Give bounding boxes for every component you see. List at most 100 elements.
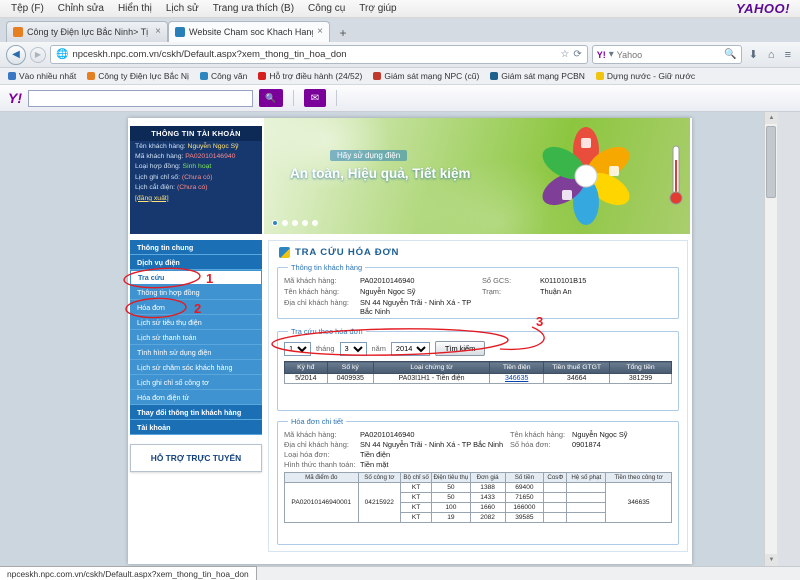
menu-bookmarks[interactable]: Trang ưa thích (B) <box>206 1 301 16</box>
sidebar-item-hoa-don[interactable]: Hóa đơn <box>130 300 262 315</box>
sidebar-item-dich-vu-dien[interactable]: Dịch vụ điện <box>130 255 262 270</box>
sidebar-item-lich-ghi-chi-so[interactable]: Lịch ghi chỉ số công tơ <box>130 375 262 390</box>
sidebar-item-thong-tin-hop-dong[interactable]: Thông tin hợp đồng <box>130 285 262 300</box>
account-reading-value: (Chưa có) <box>182 174 213 181</box>
bookmark-giamsat-pcbn[interactable]: Giám sát mạng PCBN <box>490 71 585 81</box>
scroll-down-icon[interactable]: ▼ <box>765 554 778 566</box>
tab-bar: Công ty Điện lực Bắc Ninh> Tị × Website … <box>0 18 800 42</box>
carousel-dot[interactable] <box>312 220 318 226</box>
menu-help[interactable]: Trợ giúp <box>352 1 403 16</box>
sidebar-item-lich-su-cham-soc[interactable]: Lịch sử chăm sóc khách hàng <box>130 360 262 375</box>
sidebar-item-tai-khoan[interactable]: Tài khoản <box>130 420 262 435</box>
bookmark-folder-icon <box>8 72 16 80</box>
banner-slogan: An toàn, Hiệu quả, Tiết kiệm <box>290 166 471 181</box>
home-icon[interactable]: ⌂ <box>765 49 778 61</box>
search-go-icon[interactable]: 🔍 <box>724 49 736 60</box>
url-input[interactable] <box>72 49 556 60</box>
web-search-input[interactable] <box>617 50 722 60</box>
tab-evn-bacninh[interactable]: Công ty Điện lực Bắc Ninh> Tị × <box>6 21 168 42</box>
reload-icon[interactable]: ⟳ <box>573 49 581 60</box>
cell-cos <box>544 503 567 513</box>
account-reading-label: Lịch ghi chỉ số: <box>135 174 180 181</box>
tab2-close-icon[interactable]: × <box>317 27 323 37</box>
carousel-dot[interactable] <box>272 220 278 226</box>
yahoo-toolbar-logo[interactable]: Y! <box>8 90 22 106</box>
menu-file[interactable]: Tệp (F) <box>4 1 51 16</box>
sidebar-item-hoa-don-dien-tu[interactable]: Hóa đơn điện tử <box>130 390 262 405</box>
bookmark-hotro-dieuhanh[interactable]: Hỗ trợ điều hành (24/52) <box>258 71 362 81</box>
detail-type-value: Tiền điện <box>360 450 510 459</box>
back-icon[interactable]: ◀ <box>6 45 26 65</box>
bookmark-dungnuoc[interactable]: Dựng nước - Giữ nước <box>596 71 695 81</box>
account-contract-value: Sinh hoạt <box>183 163 212 170</box>
table-header-row: Mã điểm đo Số công tơ Bộ chỉ số Điện tiê… <box>285 473 672 483</box>
month-select[interactable]: 3 <box>340 342 367 356</box>
col-ky-hd: Kỳ hđ <box>285 362 328 374</box>
cell-price: 1660 <box>470 503 505 513</box>
customer-code-value: PA02010146940 <box>360 276 482 285</box>
menu-view[interactable]: Hiển thị <box>111 1 159 16</box>
bookmark-star-icon[interactable]: ☆ <box>560 49 569 60</box>
sidebar-item-thay-doi-thong-tin[interactable]: Thay đổi thông tin khách hàng <box>130 405 262 420</box>
period-count-select[interactable]: 1 <box>284 342 311 356</box>
window-gutter <box>777 112 800 566</box>
forward-icon[interactable]: ▶ <box>30 47 46 63</box>
bookmark-most-visited[interactable]: Vào nhiều nhất <box>8 71 76 81</box>
cell-so-ky: 0409935 <box>327 374 373 384</box>
cell-price: 1388 <box>470 483 505 493</box>
panel-menu-icon[interactable]: ≡ <box>782 49 794 61</box>
menu-tools[interactable]: Công cụ <box>301 1 352 16</box>
engine-dropdown-icon[interactable]: ▾ <box>609 49 614 60</box>
col-so-tien: Số tiền <box>505 473 544 483</box>
year-select[interactable]: 2014 <box>391 342 430 356</box>
sidebar-item-tinh-hinh-su-dung[interactable]: Tình hình sử dụng điện <box>130 345 262 360</box>
new-tab-button[interactable]: + <box>333 24 353 42</box>
invoice-summary-table: Kỳ hđ Số ký Loại chứng từ Tiền điện Tiền… <box>284 361 672 384</box>
sidebar-item-tra-cuu[interactable]: Tra cứu <box>130 270 262 285</box>
invoice-amount-link[interactable]: 346635 <box>505 375 528 382</box>
col-don-gia: Đơn giá <box>470 473 505 483</box>
carousel-dot[interactable] <box>282 220 288 226</box>
sidebar-item-thong-tin-chung[interactable]: Thông tin chung <box>130 240 262 255</box>
cell-he-so <box>567 503 606 513</box>
vertical-scrollbar[interactable]: ▲ ▼ <box>764 112 777 566</box>
account-contract-label: Loại hợp đồng: <box>135 163 181 170</box>
yahoo-mail-icon[interactable]: ✉ <box>304 89 326 107</box>
search-invoice-button[interactable]: Tìm kiếm <box>435 341 485 356</box>
bookmark-site-icon <box>200 72 208 80</box>
scrollbar-thumb[interactable] <box>766 126 776 198</box>
yahoo-search-input[interactable] <box>28 90 253 107</box>
cell-amount: 39585 <box>505 513 544 523</box>
col-bo-chi-so: Bộ chỉ số <box>401 473 432 483</box>
bookmark-site-icon <box>490 72 498 80</box>
customer-name-label: Tên khách hàng: <box>284 287 360 296</box>
cell-total: 346635 <box>606 483 672 523</box>
menu-edit[interactable]: Chỉnh sửa <box>51 1 111 16</box>
tab-cskh-active[interactable]: Website Cham soc Khach Hang × <box>168 21 330 42</box>
logout-link[interactable]: [đăng xuất] <box>130 192 174 205</box>
scroll-up-icon[interactable]: ▲ <box>765 112 778 124</box>
search-bar[interactable]: Y! ▾ 🔍 <box>592 45 742 64</box>
bookmark-congvan[interactable]: Công văn <box>200 71 247 81</box>
yahoo-search-button[interactable]: 🔍 <box>259 89 283 107</box>
bookmark-giamsat-npc[interactable]: Giám sát mạng NPC (cũ) <box>373 71 479 81</box>
account-code-label: Mã khách hàng: <box>135 153 183 160</box>
downloads-icon[interactable]: ⬇ <box>746 48 761 61</box>
customer-code-label: Mã khách hàng: <box>284 276 360 285</box>
carousel-dot[interactable] <box>302 220 308 226</box>
page-title: TRA CỨU HÓA ĐƠN <box>279 247 399 258</box>
url-bar[interactable]: 🌐 ☆ ⟳ <box>50 45 588 64</box>
bookmark-evn-bacninh[interactable]: Công ty Điện lực Bắc Nị <box>87 71 189 81</box>
invoice-search-icon <box>279 247 290 258</box>
cell-kwh: 50 <box>432 493 471 503</box>
search-engine-icon[interactable]: Y! <box>597 50 606 60</box>
sidebar-item-lich-su-tieu-thu[interactable]: Lịch sử tiêu thụ điện <box>130 315 262 330</box>
carousel-dot[interactable] <box>292 220 298 226</box>
customer-address-value: SN 44 Nguyễn Trãi - Ninh Xá - TP Bắc Nin… <box>360 298 482 316</box>
browser-window: Tệp (F) Chỉnh sửa Hiển thị Lịch sử Trang… <box>0 0 800 580</box>
online-support-box[interactable]: HỖ TRỢ TRỰC TUYẾN <box>130 444 262 472</box>
account-outage-label: Lịch cắt điện: <box>135 184 175 191</box>
sidebar-item-lich-su-thanh-toan[interactable]: Lịch sử thanh toán <box>130 330 262 345</box>
menu-history[interactable]: Lịch sử <box>159 1 206 16</box>
tab1-close-icon[interactable]: × <box>155 27 161 37</box>
